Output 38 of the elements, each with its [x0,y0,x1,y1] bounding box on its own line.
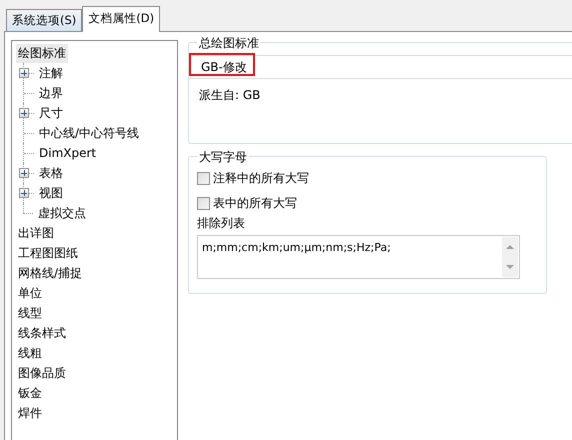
tree-item[interactable]: 图像品质 [16,364,68,382]
checkbox[interactable] [197,196,210,210]
checkbox-label: 表中的所有大写 [213,194,297,212]
expand-icon[interactable] [19,168,29,178]
tree-item[interactable]: 中心线/中心符号线 [37,124,142,142]
tree-item[interactable]: 焊件 [16,404,44,422]
tree-item[interactable]: 尺寸 [37,104,65,122]
tree-item[interactable]: DimXpert [37,145,98,161]
group-title: 大写字母 [197,149,249,166]
tree-item[interactable]: 绘图标准 [16,44,68,62]
standard-field[interactable]: GB-修改 [189,55,572,79]
tree-item[interactable]: 钣金 [16,384,44,402]
tree-item[interactable]: 线型 [16,304,44,322]
tree-item[interactable]: 单位 [16,284,44,302]
tree-item[interactable]: 虚拟交点 [36,204,88,222]
checkbox-label: 注释中的所有大写 [213,170,309,186]
tree-item[interactable]: 网格线/捕捉 [16,264,84,282]
tree-item[interactable]: 表格 [37,164,65,182]
scroll-down-icon[interactable] [506,265,514,269]
expand-icon[interactable] [19,108,29,118]
scroll-up-icon[interactable] [506,245,514,249]
tree-item[interactable]: 视图 [37,184,65,202]
expand-icon[interactable] [19,68,29,78]
tree-item[interactable]: 线粗 [16,344,44,362]
tree-item[interactable]: 注解 [37,64,65,82]
tree-item[interactable]: 出详图 [16,224,56,242]
tab[interactable]: 系统选项(S) [6,9,82,31]
derived-text: 派生自: GB [199,87,262,104]
expand-icon[interactable] [19,188,29,198]
tree-item[interactable]: 边界 [37,84,65,102]
scrollbar[interactable] [502,237,518,277]
tree-item[interactable]: 工程图图纸 [16,244,80,262]
exclude-label: 排除列表 [197,215,246,232]
tree-item[interactable]: 线条样式 [16,324,68,342]
tab[interactable]: 文档属性(D) [82,6,160,32]
checkbox[interactable] [197,172,210,184]
group-title: 总绘图标准 [197,35,261,52]
exclude-list-field[interactable]: m;mm;cm;km;um;µm;nm;s;Hz;Pa; [197,235,520,279]
